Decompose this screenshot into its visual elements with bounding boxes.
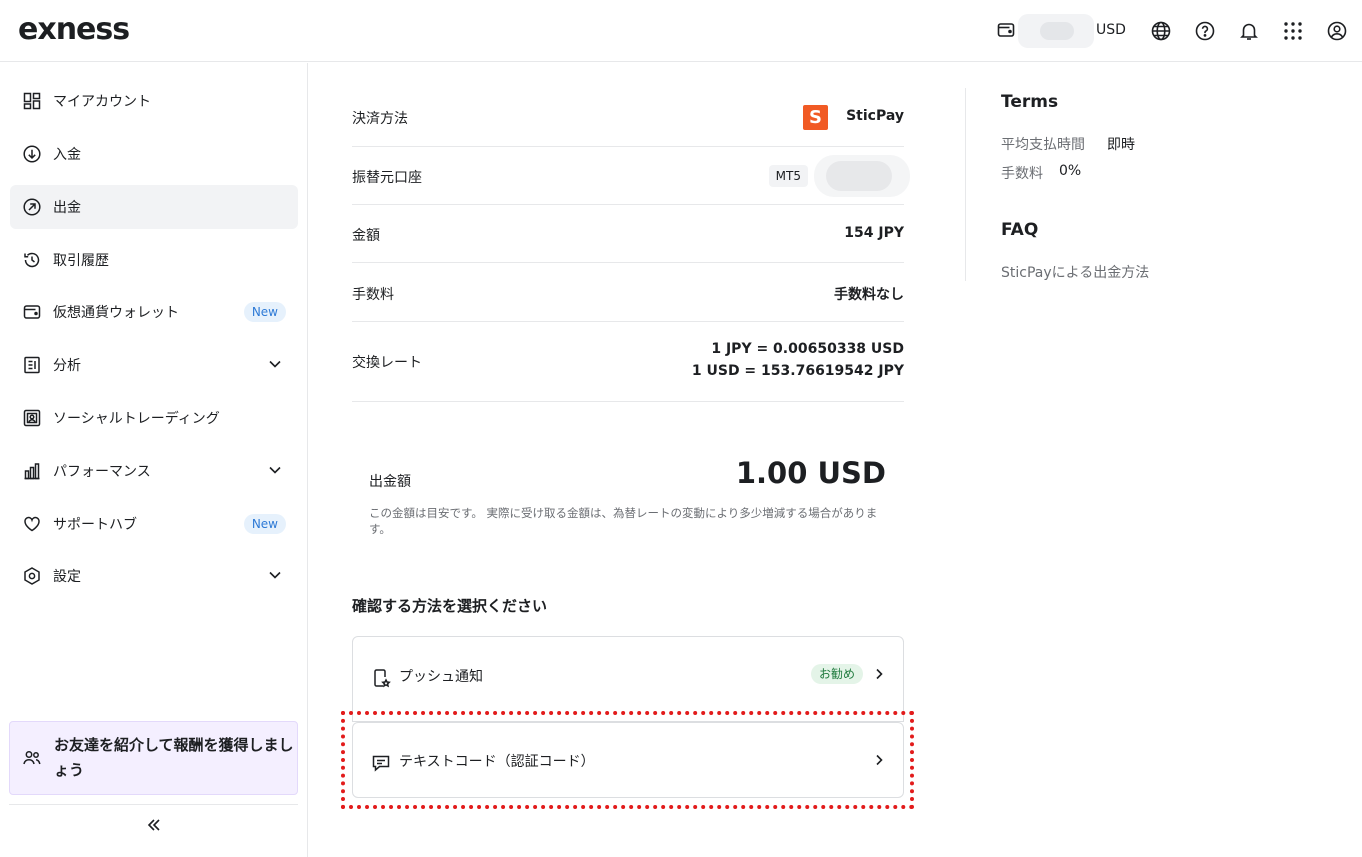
sidebar-item-label: 入金	[53, 147, 81, 163]
sidebar-item-label: 仮想通貨ウォレット	[53, 305, 179, 321]
withdrawal-amount-label: 出金額	[369, 474, 411, 490]
withdrawal-amount-value: 1.00 USD	[735, 456, 886, 490]
exness-logo[interactable]: exness	[18, 12, 130, 47]
sidebar-item-crypto-wallet[interactable]: 仮想通貨ウォレット New	[10, 290, 298, 334]
amount-label: 金額	[352, 228, 380, 244]
fee-value: 手数料なし	[834, 287, 904, 303]
users-plus-icon	[23, 751, 41, 765]
sidebar-item-analytics[interactable]: 分析	[10, 343, 298, 387]
user-profile-icon[interactable]	[1326, 20, 1348, 42]
source-account-label: 振替元口座	[352, 170, 422, 186]
sidebar-item-label: 設定	[53, 569, 81, 585]
recommended-badge: お勧め	[810, 664, 863, 684]
heart-icon	[24, 516, 40, 532]
analytics-icon	[24, 356, 40, 374]
dashboard-icon	[23, 92, 41, 110]
terms-fee-label: 手数料	[1001, 166, 1043, 182]
sidebar-item-withdraw[interactable]: 出金	[10, 185, 298, 229]
push-notification-option[interactable]: プッシュ通知 お勧め	[352, 636, 904, 722]
exchange-rate-value-1: 1 JPY = 0.00650338 USD	[711, 341, 904, 357]
help-icon[interactable]	[1194, 20, 1216, 42]
sidebar-item-label: 出金	[53, 200, 81, 216]
social-trading-icon	[23, 409, 41, 427]
withdraw-icon	[23, 198, 41, 216]
divider	[965, 88, 966, 281]
apps-grid-icon[interactable]	[1282, 20, 1304, 42]
sidebar-item-my-account[interactable]: マイアカウント	[10, 79, 298, 123]
phone-star-icon	[374, 669, 391, 688]
fee-row: 手数料 手数料なし	[352, 263, 904, 322]
top-header: exness USD	[0, 0, 1362, 62]
sidebar-item-support-hub[interactable]: サポートハブ New	[10, 502, 298, 546]
chevron-down-icon[interactable]	[266, 566, 284, 584]
deposit-icon	[23, 145, 41, 163]
sidebar-item-performance[interactable]: パフォーマンス	[10, 449, 298, 493]
chevron-down-icon[interactable]	[266, 461, 284, 479]
balance-hidden[interactable]	[1018, 14, 1094, 48]
sidebar-item-history[interactable]: 取引履歴	[10, 238, 298, 282]
refer-friend-text: お友達を紹介して報酬を獲得しましょう	[54, 736, 294, 779]
payout-time-value: 即時	[1107, 137, 1135, 153]
exchange-rate-value-2: 1 USD = 153.76619542 JPY	[691, 363, 904, 379]
exchange-rate-label: 交換レート	[352, 355, 422, 371]
highlight-box	[341, 711, 914, 809]
withdrawal-amount-note: この金額は目安です。 実際に受け取る金額は、為替レートの変動により多少増減する場…	[369, 506, 878, 536]
terms-fee-value: 0%	[1059, 163, 1082, 179]
sticpay-logo: S	[803, 105, 828, 130]
amount-value: 154 JPY	[844, 225, 904, 241]
balance-currency: USD	[1096, 22, 1126, 38]
performance-icon	[24, 463, 40, 480]
exchange-rate-row: 交換レート 1 JPY = 0.00650338 USD 1 USD = 153…	[352, 322, 904, 402]
new-badge: New	[243, 514, 286, 534]
sidebar-item-deposit[interactable]: 入金	[10, 132, 298, 176]
push-notification-label: プッシュ通知	[399, 669, 483, 685]
refer-friend-banner[interactable]: お友達を紹介して報酬を獲得しましょう	[9, 721, 298, 795]
amount-row: 金額 154 JPY	[352, 205, 904, 263]
bell-icon[interactable]	[1238, 20, 1260, 42]
chevron-right-icon	[876, 668, 883, 680]
collapse-sidebar-icon[interactable]	[144, 815, 164, 835]
sidebar-item-settings[interactable]: 設定	[10, 554, 298, 598]
sidebar-item-label: サポートハブ	[53, 517, 137, 533]
mt5-badge: MT5	[768, 165, 808, 187]
sidebar-item-label: マイアカウント	[53, 94, 151, 110]
chevron-down-icon[interactable]	[266, 355, 284, 373]
terms-title: Terms	[1001, 92, 1059, 112]
history-icon	[24, 252, 40, 268]
settings-icon	[24, 567, 40, 585]
sidebar-item-label: ソーシャルトレーディング	[53, 411, 220, 427]
sidebar: マイアカウント 入金 出金 取引履歴 仮想通貨ウォレット New 分析 ソーシャ…	[0, 63, 308, 857]
account-number-hidden	[814, 155, 910, 197]
new-badge: New	[243, 302, 286, 322]
payment-method-row: 決済方法 S SticPay	[352, 88, 904, 147]
globe-icon[interactable]	[1150, 20, 1172, 42]
wallet-icon[interactable]	[996, 20, 1016, 40]
faq-link[interactable]: SticPayによる出金方法	[1001, 262, 1149, 282]
faq-title: FAQ	[1001, 220, 1039, 240]
sidebar-item-label: 分析	[53, 358, 81, 374]
payment-method-value: SticPay	[846, 108, 904, 124]
sidebar-item-social-trading[interactable]: ソーシャルトレーディング	[10, 396, 298, 440]
payout-time-label: 平均支払時間	[1001, 137, 1085, 153]
confirm-method-title: 確認する方法を選択ください	[352, 597, 548, 615]
divider	[9, 804, 298, 805]
source-account-row: 振替元口座 MT5	[352, 147, 910, 205]
sidebar-item-label: パフォーマンス	[53, 464, 151, 480]
sidebar-item-label: 取引履歴	[53, 253, 109, 269]
fee-label: 手数料	[352, 287, 394, 303]
payment-method-label: 決済方法	[352, 111, 408, 127]
wallet-icon	[23, 305, 41, 319]
